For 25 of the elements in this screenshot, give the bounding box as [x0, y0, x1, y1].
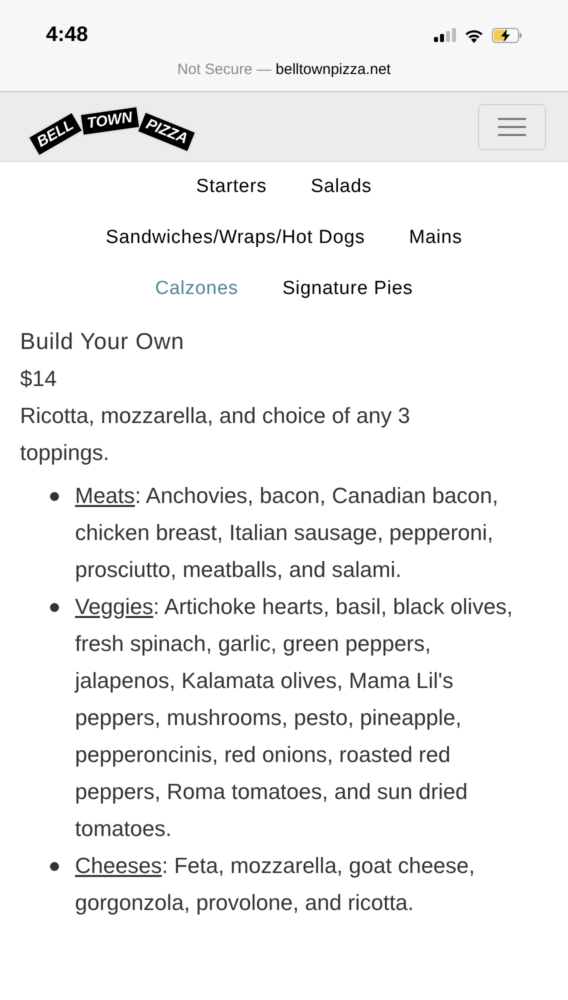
- menu-category-link[interactable]: Mains: [409, 224, 462, 253]
- topping-category-link[interactable]: Meats: [75, 483, 135, 508]
- signal-icon: [434, 28, 456, 42]
- topping-list: Veggies: Artichoke hearts, basil, black olives, fresh spinach, garlic, green peppers, jalapenos, Kalamata olives, Mama Lil's peppers, mushrooms, pesto, pineapple, pepperoncinis, red onions, roasted red peppers, Roma tomatoes, and sun dried tomatoes.: [75, 588, 515, 847]
- logo-word: TOWN: [80, 106, 140, 136]
- url-text[interactable]: Not Secure — belltownpizza.net: [177, 59, 391, 82]
- topping-category-link[interactable]: Veggies: [75, 594, 154, 619]
- topping-list: Meats: Anchovies, bacon, Canadian bacon, chicken breast, Italian sausage, pepperoni, prosciutto, meatballs, and salami.: [75, 477, 515, 588]
- battery-charging-icon: [492, 28, 522, 42]
- menu-category-link[interactable]: Starters: [196, 173, 267, 202]
- menu-category-link[interactable]: Salads: [310, 173, 372, 202]
- bullet-icon: [50, 492, 59, 501]
- item-title: Build Your Own: [20, 327, 186, 356]
- item-price: $14: [20, 365, 58, 393]
- bullet-icon: [50, 603, 59, 612]
- menu-category-link[interactable]: Calzones: [155, 275, 238, 304]
- topping-category-link[interactable]: Cheeses: [75, 853, 162, 878]
- topping-list: Cheeses: Feta, mozzarella, goat cheese, gorgonzola, provolone, and ricotta.: [75, 847, 515, 921]
- status-time: 4:48: [46, 22, 88, 48]
- item-description: Ricotta, mozzarella, and choice of any 3 toppings.: [20, 402, 412, 467]
- menu-category-link[interactable]: Sandwiches/Wraps/Hot Dogs: [106, 224, 366, 253]
- menu-category-link[interactable]: Signature Pies: [282, 275, 413, 304]
- bullet-icon: [50, 862, 59, 871]
- wifi-icon: [464, 28, 484, 42]
- menu-button[interactable]: [478, 104, 546, 150]
